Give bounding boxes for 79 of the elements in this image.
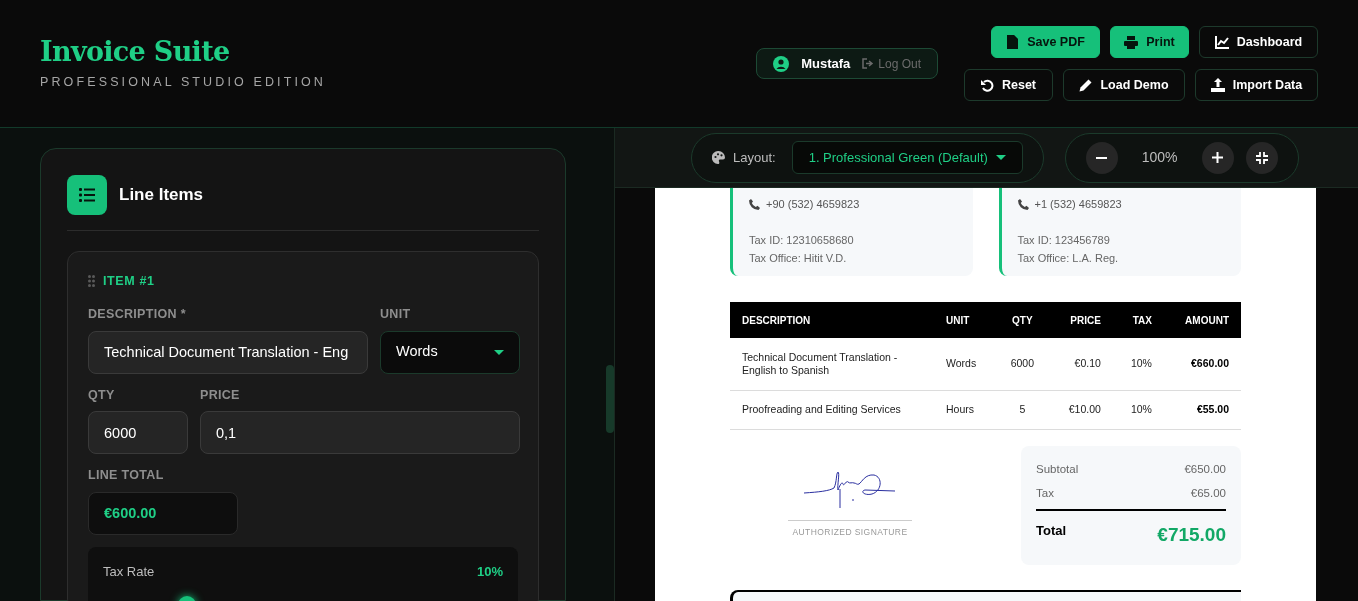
drag-handle-icon[interactable] (88, 275, 95, 288)
palette-icon (712, 151, 725, 164)
user-avatar-icon (773, 55, 790, 72)
zoom-in-button[interactable] (1201, 141, 1234, 174)
party-tax-id: Tax ID: 12310658680 (749, 232, 855, 248)
text-field[interactable]: 6000 (88, 411, 188, 455)
card-title: Line Items (119, 184, 204, 207)
party-tax-id: Tax ID: 123456789 (1017, 232, 1111, 248)
zoom-out-button[interactable] (1085, 141, 1118, 174)
column-header: DESCRIPTION (730, 302, 934, 338)
party-tax-office: Tax Office: L.A. Reg. (1017, 251, 1120, 266)
table-cell: €0.10 (1049, 338, 1113, 390)
action-button[interactable]: Reset (964, 69, 1053, 101)
caret-icon (995, 155, 1006, 160)
totals-label: Tax (1036, 485, 1054, 501)
unit-dropdown[interactable]: Words (380, 330, 520, 374)
upload-icon (1210, 78, 1225, 92)
phone-icon (1017, 198, 1029, 210)
logout-icon (862, 58, 875, 69)
table-cell: 6000 (995, 338, 1050, 390)
action-button[interactable]: Dashboard (1199, 26, 1318, 58)
app-title: Invoice Suite (40, 35, 231, 69)
action-button[interactable]: Import Data (1195, 69, 1318, 101)
field-label: UNIT (380, 305, 412, 323)
field-label: LINE TOTAL (88, 467, 165, 485)
party-phone: +1 (532) 4659823 (1034, 197, 1122, 212)
scrollbar-thumb[interactable] (606, 365, 614, 433)
tax-rate-value: 10% (476, 563, 503, 581)
signature-label: AUTHORIZED SIGNATURE (788, 519, 912, 539)
total-value: €715.00 (1157, 523, 1226, 547)
party-tax-office: Tax Office: Hitit V.D. (749, 251, 848, 266)
totals-value: €65.00 (1190, 485, 1226, 501)
printer-icon (1124, 35, 1139, 49)
pencil-icon (1079, 78, 1093, 92)
action-button[interactable]: Print (1110, 26, 1189, 58)
table-cell: Proofreading and Editing Services (730, 390, 934, 429)
text-field[interactable]: Technical Document Translation - Eng (88, 330, 368, 374)
table-cell: Hours (934, 390, 996, 429)
text-field[interactable]: 0,1 (200, 411, 520, 455)
table-cell: Technical Document Translation - English to Spanish (730, 338, 934, 390)
minus-icon (1096, 156, 1108, 159)
zoom-level: 100% (1140, 148, 1179, 167)
item-heading: ITEM #1 (103, 273, 155, 290)
table-cell: €660.00 (1163, 338, 1241, 390)
totals-value: €650.00 (1184, 461, 1226, 477)
action-button[interactable]: Save PDF (991, 26, 1100, 58)
fit-screen-button[interactable] (1245, 141, 1278, 174)
table-cell: €10.00 (1049, 390, 1113, 429)
line-chart-icon (1214, 35, 1229, 49)
phone-icon (749, 198, 760, 210)
column-header: AMOUNT (1163, 302, 1241, 338)
caret-icon (494, 349, 504, 355)
column-header: QTY (995, 302, 1050, 338)
column-header: TAX (1112, 302, 1164, 338)
field-label: QTY (88, 386, 116, 404)
pdf-file-icon (1006, 35, 1020, 49)
undo-icon (980, 78, 994, 92)
line-total-value: €600.00 (88, 492, 238, 535)
user-name: Mustafa (801, 54, 851, 73)
collapse-icon (1255, 151, 1268, 164)
table-cell: 10% (1112, 390, 1164, 429)
table-cell: 5 (995, 390, 1050, 429)
layout-dropdown[interactable]: 1. Professional Green (Default) (791, 141, 1023, 174)
tax-rate-label: Tax Rate (103, 563, 155, 581)
list-icon (67, 175, 107, 215)
field-label: PRICE (200, 386, 241, 404)
action-button[interactable]: Load Demo (1063, 69, 1185, 101)
app-subtitle: PROFESSIONAL STUDIO EDITION (40, 74, 327, 91)
table-cell: 10% (1112, 338, 1164, 390)
layout-label: Layout: (733, 148, 776, 167)
column-header: PRICE (1049, 302, 1113, 338)
totals-label: Subtotal (1036, 461, 1079, 477)
table-cell: Words (934, 338, 996, 390)
column-header: UNIT (934, 302, 996, 338)
field-label: DESCRIPTION * (88, 305, 187, 323)
table-cell: €55.00 (1163, 390, 1241, 429)
party-phone: +90 (532) 4659823 (766, 197, 860, 212)
plus-icon (1212, 152, 1224, 163)
total-label: Total (1036, 522, 1067, 540)
